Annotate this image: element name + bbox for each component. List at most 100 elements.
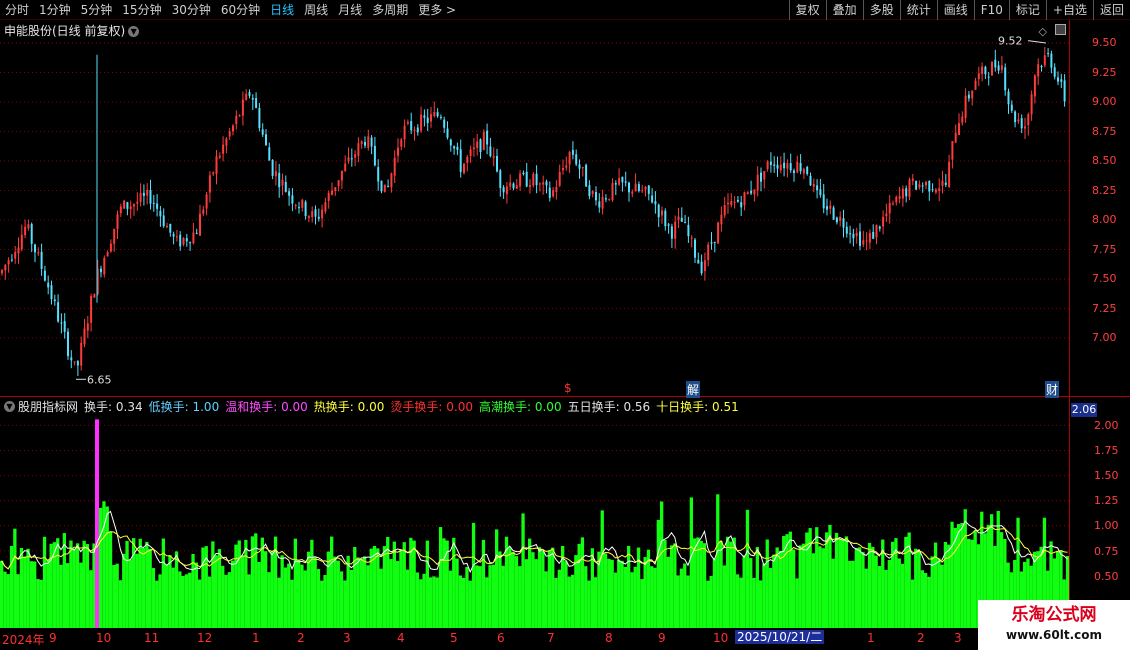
candlestick-chart[interactable]: 9.52 6.65 xyxy=(0,0,1130,650)
tab-15min[interactable]: 15分钟 xyxy=(117,0,166,20)
tab-60min[interactable]: 60分钟 xyxy=(216,0,265,20)
candle-body xyxy=(908,179,911,198)
date-tick: 5 xyxy=(450,631,458,645)
candle-body xyxy=(331,190,333,195)
turnover-bar xyxy=(729,541,733,628)
price-tick: 7.25 xyxy=(1092,302,1117,315)
statistics-button[interactable]: 统计 xyxy=(899,0,937,20)
candle-body xyxy=(944,182,947,185)
turnover-bar xyxy=(577,543,581,628)
candle-body xyxy=(878,226,881,229)
turnover-bar xyxy=(382,546,387,628)
candle-body xyxy=(340,170,343,181)
turnover-bar xyxy=(953,527,957,628)
turnover-bar xyxy=(597,551,601,628)
chevron-down-icon[interactable]: ▼ xyxy=(4,401,15,412)
candle-body xyxy=(875,224,878,238)
date-tick: 1 xyxy=(867,631,875,645)
toolbar-actions: 复权 叠加 多股 统计 画线 F10 标记 +自选 返回 xyxy=(788,0,1130,20)
turnover-bar xyxy=(277,577,281,628)
turnover-bar xyxy=(316,569,321,628)
turnover-bar xyxy=(244,539,248,628)
candle-body xyxy=(542,182,545,185)
stock-title[interactable]: 申能股份(日线 前复权) ▼ xyxy=(4,22,140,39)
turnover-bar xyxy=(16,574,20,628)
candle-body xyxy=(552,190,555,197)
chevron-down-icon[interactable]: ▼ xyxy=(128,26,140,37)
candle-body xyxy=(73,361,76,363)
turnover-bar xyxy=(920,570,924,628)
overlay-button[interactable]: 叠加 xyxy=(825,0,863,20)
candle-body xyxy=(664,210,667,227)
turnover-bar xyxy=(201,547,205,628)
tab-30min[interactable]: 30分钟 xyxy=(167,0,216,20)
candle-body xyxy=(344,163,347,172)
candle-body xyxy=(76,361,79,366)
candle-body xyxy=(1063,80,1066,102)
candle-body xyxy=(486,130,489,145)
indicator-item-6: 五日换手: 0.56 xyxy=(567,400,651,414)
turnover-bar xyxy=(264,551,268,628)
turnover-bar xyxy=(165,564,169,628)
candle-body xyxy=(535,173,538,186)
turnover-bar xyxy=(825,532,829,628)
turnover-bar xyxy=(933,542,938,628)
indicator-name[interactable]: 股朋指标网 xyxy=(18,398,78,415)
adjust-button[interactable]: 复权 xyxy=(788,0,826,20)
turnover-bar xyxy=(168,555,172,628)
draw-line-button[interactable]: 画线 xyxy=(936,0,974,20)
add-watchlist-button[interactable]: +自选 xyxy=(1045,0,1093,20)
tab-daily[interactable]: 日线 xyxy=(265,0,299,20)
ten-day-average-line xyxy=(1,526,1068,570)
turnover-bar xyxy=(798,545,802,628)
turnover-bar xyxy=(759,580,763,628)
candle-body xyxy=(182,238,185,245)
tab-monthly[interactable]: 月线 xyxy=(333,0,367,20)
pane-separator[interactable] xyxy=(0,396,1130,397)
tab-more[interactable]: 更多 > xyxy=(413,0,461,20)
turnover-bar xyxy=(676,575,680,628)
candle-body xyxy=(885,213,888,217)
turnover-bar xyxy=(481,539,486,628)
tab-multi-period[interactable]: 多周期 xyxy=(367,0,413,20)
date-axis: 2024年 9 10 11 12 1 2 3 4 5 6 7 8 9 10 1 … xyxy=(0,630,1130,650)
mark-button[interactable]: 标记 xyxy=(1008,0,1046,20)
tab-fenshi[interactable]: 分时 xyxy=(0,0,34,20)
date-tick: 7 xyxy=(547,631,555,645)
candle-body xyxy=(142,192,145,196)
marker-jie[interactable]: 解 xyxy=(686,381,701,398)
candle-body xyxy=(766,161,769,170)
turnover-bar xyxy=(23,556,27,628)
candle-body xyxy=(967,94,970,99)
tab-weekly[interactable]: 周线 xyxy=(299,0,333,20)
candle-body xyxy=(334,187,337,192)
back-button[interactable]: 返回 xyxy=(1092,0,1130,20)
turnover-bar xyxy=(808,528,812,628)
marker-cai[interactable]: 财 xyxy=(1045,381,1060,398)
diamond-icon[interactable]: ◇ xyxy=(1039,25,1047,38)
indicator-tick: 1.00 xyxy=(1094,519,1119,532)
window-toggle-icon[interactable] xyxy=(1055,24,1066,35)
candle-body xyxy=(410,121,413,131)
indicator-tick: 2.00 xyxy=(1094,419,1119,432)
turnover-bar xyxy=(742,555,746,628)
candle-body xyxy=(294,205,297,207)
candle-body xyxy=(258,108,261,129)
candle-body xyxy=(70,357,73,361)
f10-button[interactable]: F10 xyxy=(973,0,1009,20)
turnover-bar xyxy=(752,577,756,628)
tab-1min[interactable]: 1分钟 xyxy=(34,0,76,20)
tab-5min[interactable]: 5分钟 xyxy=(76,0,118,20)
price-tick: 8.75 xyxy=(1092,125,1117,138)
turnover-bar xyxy=(6,574,10,628)
candle-body xyxy=(96,268,99,295)
marker-s[interactable]: $ xyxy=(564,381,572,395)
turnover-bar xyxy=(584,566,588,628)
turnover-bar xyxy=(359,559,363,628)
candle-body xyxy=(179,234,182,247)
candle-body xyxy=(538,183,541,185)
multi-stock-button[interactable]: 多股 xyxy=(862,0,900,20)
candle-body xyxy=(670,226,673,239)
candle-body xyxy=(304,201,307,217)
candle-body xyxy=(743,192,746,206)
